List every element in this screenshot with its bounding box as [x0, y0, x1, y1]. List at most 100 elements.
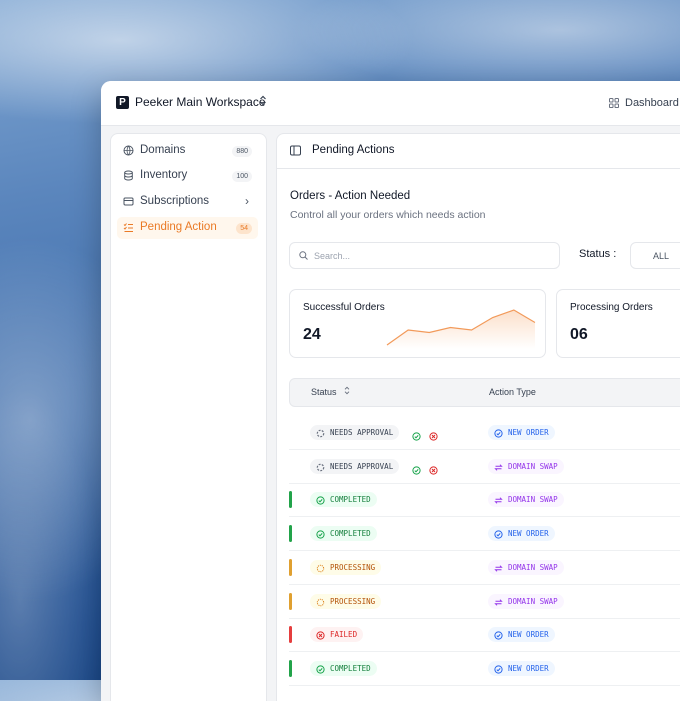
status-text: PROCESSING: [330, 596, 376, 606]
card-value: 06: [570, 326, 588, 343]
loader-icon: [316, 462, 325, 471]
sidebar-item-label: Subscriptions: [140, 195, 210, 207]
action-type-text: DOMAIN SWAP: [508, 596, 558, 606]
section-subtitle: Control all your orders which needs acti…: [290, 209, 486, 221]
status-text: COMPLETED: [330, 529, 371, 539]
status-badge: PROCESSING: [310, 593, 382, 609]
sidebar-item-domains[interactable]: Domains 880: [117, 140, 258, 162]
card-value: 24: [303, 326, 321, 343]
status-indicator-bar: [289, 592, 292, 610]
sparkline-chart: [386, 309, 536, 349]
count-badge: 100: [232, 171, 252, 182]
action-type-text: NEW ORDER: [508, 630, 549, 640]
sidebar-item-subscriptions[interactable]: Subscriptions ›: [117, 191, 258, 213]
status-indicator-bar: [289, 659, 292, 677]
sidebar-item-pending-action[interactable]: Pending Action 54: [117, 217, 258, 239]
swap-icon: [494, 462, 503, 471]
status-badge: PROCESSING: [310, 559, 382, 575]
successful-orders-card: Successful Orders 24: [289, 289, 546, 358]
check-circle-icon: [494, 529, 503, 539]
action-type-text: DOMAIN SWAP: [508, 495, 558, 505]
count-badge: 54: [236, 223, 252, 234]
action-type-badge: DOMAIN SWAP: [488, 559, 564, 575]
action-type-text: DOMAIN SWAP: [508, 562, 558, 572]
check-circle-icon: [316, 529, 325, 539]
action-type-text: NEW ORDER: [508, 428, 549, 437]
status-text: PROCESSING: [330, 562, 376, 572]
action-type-text: DOMAIN SWAP: [508, 461, 558, 471]
chevron-up-down-icon[interactable]: [259, 95, 267, 106]
spinner-icon: [316, 597, 325, 606]
status-indicator-bar: [289, 491, 292, 509]
action-type-badge: NEW ORDER: [488, 660, 555, 676]
status-indicator-bar: [289, 525, 292, 543]
action-type-badge: NEW ORDER: [488, 627, 555, 643]
check-circle-icon: [494, 630, 503, 640]
column-header-action-type: Action Type: [489, 387, 536, 397]
table-row[interactable]: NEEDS APPROVAL NEW ORDER: [289, 416, 680, 450]
approve-icon[interactable]: [412, 428, 421, 441]
sidebar-item-label: Inventory: [140, 169, 188, 181]
top-bar: P Peeker Main Workspace Dashboard: [101, 81, 680, 126]
sort-icon[interactable]: [344, 386, 350, 397]
status-indicator-bar: [289, 626, 292, 644]
spinner-icon: [316, 563, 325, 572]
action-type-badge: DOMAIN SWAP: [488, 458, 564, 474]
sidebar-item-label: Domains: [140, 144, 186, 156]
globe-icon: [123, 145, 134, 156]
status-badge: FAILED: [310, 627, 364, 643]
search-icon: [299, 251, 308, 260]
table-header: Status Action Type: [289, 378, 680, 407]
status-indicator-bar: [289, 558, 292, 576]
status-filter-value: ALL: [653, 251, 670, 261]
card-title: Successful Orders: [303, 302, 385, 313]
page-title: Pending Actions: [312, 144, 395, 156]
action-type-badge: DOMAIN SWAP: [488, 593, 564, 609]
workspace-logo: P: [116, 96, 129, 109]
status-filter-label: Status :: [579, 248, 617, 260]
table-row[interactable]: COMPLETED NEW ORDER: [289, 517, 680, 552]
column-header-status[interactable]: Status: [311, 387, 337, 397]
sidebar-item-inventory[interactable]: Inventory 100: [117, 165, 258, 187]
swap-icon: [494, 597, 503, 606]
status-badge: NEEDS APPROVAL: [310, 458, 400, 474]
check-circle-icon: [494, 428, 503, 438]
action-type-badge: NEW ORDER: [488, 425, 555, 440]
grid-icon: [609, 98, 619, 108]
status-text: NEEDS APPROVAL: [330, 461, 394, 471]
check-circle-icon: [316, 495, 325, 505]
sparkline-area: [387, 310, 535, 349]
table-row[interactable]: COMPLETED NEW ORDER: [289, 652, 680, 686]
action-type-badge: NEW ORDER: [488, 526, 555, 542]
table-row[interactable]: PROCESSING DOMAIN SWAP: [289, 551, 680, 585]
list-check-icon: [123, 223, 133, 232]
status-text: FAILED: [330, 630, 358, 640]
swap-icon: [494, 563, 503, 572]
table-row[interactable]: COMPLETED DOMAIN SWAP: [289, 483, 680, 518]
status-badge: COMPLETED: [310, 526, 377, 542]
status-badge: COMPLETED: [310, 660, 377, 676]
workspace-name[interactable]: Peeker Main Workspace: [135, 95, 266, 109]
action-type-badge: DOMAIN SWAP: [488, 492, 564, 508]
swap-icon: [494, 495, 503, 505]
status-filter-select[interactable]: ALL: [630, 242, 680, 269]
reject-icon[interactable]: [429, 428, 438, 441]
main-panel: Pending Actions Orders - Action Needed C…: [276, 133, 680, 701]
sidebar-toggle-icon[interactable]: [290, 145, 301, 156]
table-row[interactable]: PROCESSING DOMAIN SWAP: [289, 585, 680, 619]
chevron-right-icon: ›: [245, 194, 249, 208]
search-input[interactable]: Search...: [289, 242, 560, 269]
table-row[interactable]: FAILED NEW ORDER: [289, 618, 680, 653]
status-text: NEEDS APPROVAL: [330, 428, 394, 437]
sidebar-item-label: Pending Action: [140, 221, 217, 233]
reject-icon[interactable]: [429, 462, 438, 475]
status-text: COMPLETED: [330, 495, 371, 505]
status-text: COMPLETED: [330, 663, 371, 673]
dashboard-link[interactable]: Dashboard: [625, 97, 679, 109]
approve-icon[interactable]: [412, 462, 421, 475]
table-row[interactable]: NEEDS APPROVAL DOMAIN SWAP: [289, 450, 680, 484]
section-title: Orders - Action Needed: [290, 190, 411, 202]
processing-orders-card: Processing Orders 06: [556, 289, 680, 358]
action-type-text: NEW ORDER: [508, 663, 549, 673]
database-icon: [124, 170, 133, 181]
